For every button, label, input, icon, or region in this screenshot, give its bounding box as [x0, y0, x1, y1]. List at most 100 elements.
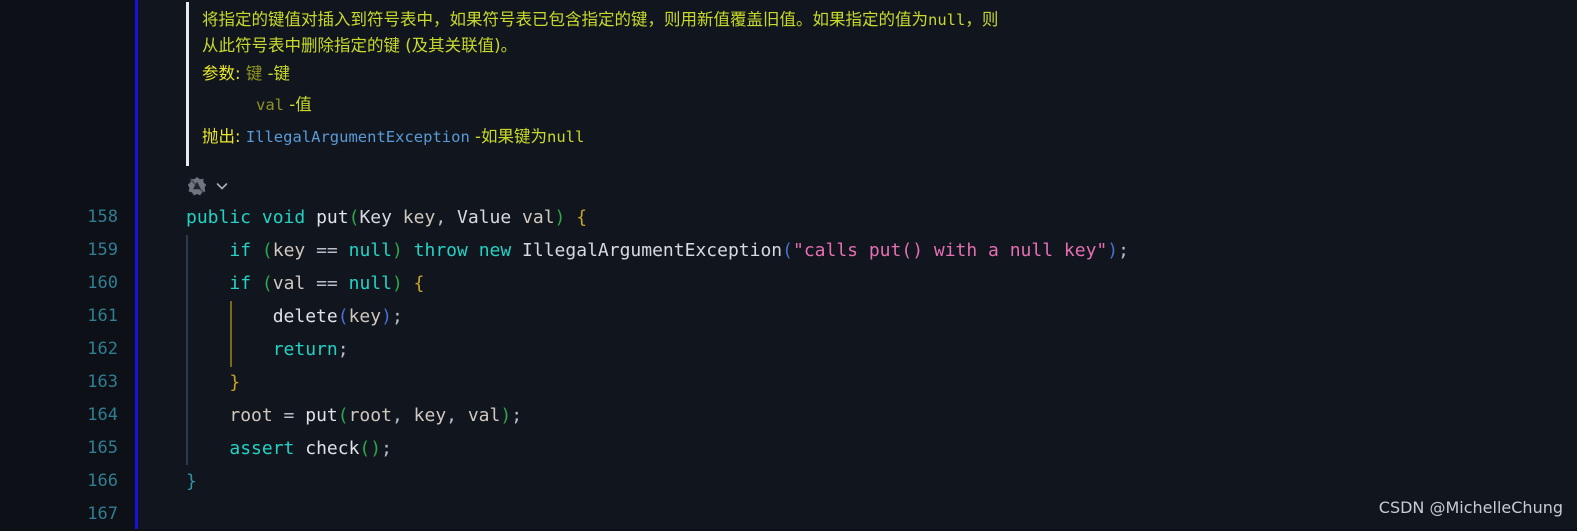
javadoc-description: 将指定的键值对插入到符号表中，如果符号表已包含指定的键，则用新值覆盖旧值。如果指…: [202, 7, 1566, 58]
code-line-text[interactable]: }: [186, 465, 197, 498]
code-token: ;: [511, 405, 523, 426]
javadoc-text: 将指定的键值对插入到符号表中，如果符号表已包含指定的键，则用新值覆盖旧值。如果指…: [202, 10, 928, 29]
code-token: Key: [359, 207, 392, 228]
code-token: IllegalArgumentException: [522, 240, 783, 261]
javadoc-text: 从此符号表中删除指定的键 (及其关联值)。: [202, 36, 518, 55]
code-token: assert: [229, 438, 295, 459]
line-number[interactable]: 167: [0, 498, 118, 531]
code-token: root: [229, 405, 273, 426]
line-number[interactable]: 160: [0, 267, 118, 300]
javadoc-text: ，则: [965, 10, 999, 29]
code-line[interactable]: 164 root = put(root, key, val);: [0, 399, 1577, 432]
code-token: if: [229, 240, 252, 261]
code-token: key: [272, 240, 306, 261]
line-number[interactable]: 158: [0, 201, 118, 234]
code-token: ): [391, 240, 403, 261]
code-lens-row[interactable]: [186, 174, 230, 198]
code-token: (: [348, 207, 360, 228]
line-number[interactable]: 161: [0, 300, 118, 333]
code-token: void: [261, 207, 306, 228]
code-line-text[interactable]: if (val == null) {: [186, 267, 425, 300]
code-line[interactable]: 159 if (key == null) throw new IllegalAr…: [0, 234, 1577, 267]
javadoc-tag-row: 抛出: IllegalArgumentException -如果键为null: [202, 121, 1566, 153]
code-token: ==: [305, 273, 349, 294]
code-token: return: [272, 339, 338, 360]
code-line[interactable]: 158 public void put(Key key, Value val) {: [0, 201, 1577, 234]
code-line-text[interactable]: if (key == null) throw new IllegalArgume…: [186, 234, 1129, 267]
code-token: ): [500, 405, 512, 426]
code-token: ): [370, 438, 382, 459]
code-token: "calls put() with a null key": [792, 240, 1108, 261]
javadoc-param-name: val: [256, 96, 284, 114]
code-line[interactable]: 165 assert check();: [0, 432, 1577, 465]
line-number[interactable]: 166: [0, 465, 118, 498]
code-line-text[interactable]: return;: [186, 333, 349, 366]
javadoc-param-name: 键: [245, 64, 263, 83]
code-token: (: [261, 240, 273, 261]
line-number[interactable]: 159: [0, 234, 118, 267]
javadoc-comment: 将指定的键值对插入到符号表中，如果符号表已包含指定的键，则用新值覆盖旧值。如果指…: [186, 0, 1566, 153]
code-line[interactable]: 166}: [0, 465, 1577, 498]
code-token: ==: [305, 240, 349, 261]
code-token: (: [337, 306, 349, 327]
line-number[interactable]: 165: [0, 432, 118, 465]
javadoc-paragraph-line: 将指定的键值对插入到符号表中，如果符号表已包含指定的键，则用新值覆盖旧值。如果指…: [202, 7, 1566, 33]
indent-guide: [230, 301, 232, 367]
code-line[interactable]: 161 delete(key);: [0, 300, 1577, 333]
javadoc-tag-row: val -值: [202, 89, 1566, 121]
code-token: check: [305, 438, 360, 459]
code-line-text[interactable]: public void put(Key key, Value val) {: [186, 201, 587, 234]
code-token: ;: [337, 339, 349, 360]
code-line-text[interactable]: }: [186, 366, 240, 399]
code-token: (: [359, 438, 371, 459]
code-token: ,: [446, 405, 468, 426]
line-number[interactable]: 164: [0, 399, 118, 432]
code-line-text[interactable]: assert check();: [186, 432, 392, 465]
code-token: put: [316, 207, 349, 228]
code-line-text[interactable]: delete(key);: [186, 300, 403, 333]
chevron-down-icon[interactable]: [214, 178, 230, 194]
indent-guide: [186, 235, 188, 465]
javadoc-tag-label: 抛出:: [202, 127, 241, 146]
code-token: val: [522, 207, 555, 228]
code-token: (: [261, 273, 273, 294]
code-token: {: [413, 273, 425, 294]
code-token: ;: [1118, 240, 1129, 261]
code-token: key: [348, 306, 382, 327]
code-line[interactable]: 163 }: [0, 366, 1577, 399]
javadoc-tag-desc: -如果键为: [475, 127, 547, 146]
code-token: val: [272, 273, 306, 294]
line-number[interactable]: 163: [0, 366, 118, 399]
code-line-text[interactable]: root = put(root, key, val);: [186, 399, 522, 432]
line-number[interactable]: 162: [0, 333, 118, 366]
code-token: put: [305, 405, 338, 426]
code-line[interactable]: 167: [0, 498, 1577, 531]
override-method-icon[interactable]: [186, 175, 208, 197]
code-token: ;: [391, 306, 403, 327]
javadoc-tag-desc: -值: [289, 95, 312, 114]
code-line[interactable]: 162 return;: [0, 333, 1577, 366]
code-token: public: [186, 207, 252, 228]
code-line[interactable]: 160 if (val == null) {: [0, 267, 1577, 300]
javadoc-exception-name[interactable]: IllegalArgumentException: [246, 128, 470, 146]
javadoc-code-literal: null: [928, 11, 966, 29]
javadoc-paragraph-line: 从此符号表中删除指定的键 (及其关联值)。: [202, 33, 1566, 58]
code-token: if: [229, 273, 252, 294]
code-token: (: [782, 240, 793, 261]
code-token: ): [554, 207, 566, 228]
